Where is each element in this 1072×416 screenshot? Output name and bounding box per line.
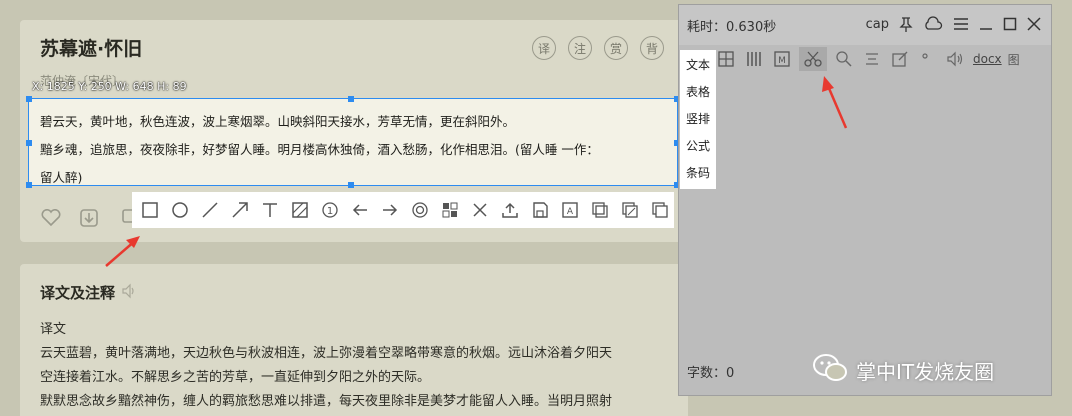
poem-title: 苏幕遮·怀旧 [40,38,143,60]
resize-handle[interactable] [348,96,354,102]
red-arrow-icon [105,236,140,267]
copy-done-icon[interactable] [648,198,672,222]
annotate-button[interactable]: 注 [568,36,592,60]
rectangle-tool-icon[interactable] [138,198,162,222]
copy-image-icon[interactable] [588,198,612,222]
line-tool-icon[interactable] [198,198,222,222]
align-icon[interactable] [861,47,883,71]
window-controls: cap [866,14,1041,34]
menu-icon[interactable] [953,14,969,34]
translation-text: 译文 云天蓝碧，黄叶落满地，天边秋色与秋波相连，波上弥漫着空翠略带寒意的秋烟。远… [40,318,670,414]
cloud-icon[interactable] [923,14,943,34]
columns-icon[interactable] [743,47,765,71]
image-button[interactable]: 图 [1008,47,1020,71]
selection-info: X: 1825 Y: 250 W: 648 H: 89 [32,80,187,93]
pin-icon[interactable] [899,14,913,34]
table-icon[interactable] [715,47,737,71]
degree-icon[interactable] [917,47,939,71]
ocr-text-icon[interactable]: A [558,198,582,222]
number-tool-icon[interactable]: 1 [318,198,342,222]
arrow-tool-icon[interactable] [228,198,252,222]
red-arrow-icon [822,76,848,129]
edit-icon[interactable] [889,47,911,71]
capture-window: 耗时：0.630秒 cap M docx 图 字数：0 [678,4,1052,396]
formula-icon[interactable]: M [771,47,793,71]
poem-line: 碧云天，黄叶地，秋色连波，波上寒烟翠。山映斜阳天接水，芳草无情，更在斜阳外。 [40,114,516,129]
watermark: 掌中IT发烧友圈 [812,352,994,389]
export-docx-button[interactable]: docx [973,47,1002,71]
download-icon[interactable] [78,207,100,229]
minimize-icon[interactable] [979,14,993,34]
resize-handle[interactable] [26,96,32,102]
poem-toolbar [40,207,138,229]
recite-button[interactable]: 背 [640,36,664,60]
grid-icon[interactable] [438,198,462,222]
mosaic-tool-icon[interactable] [288,198,312,222]
mode-text[interactable]: 文本 [680,52,716,79]
translation-line: 云天蓝碧，黄叶落满地，天边秋色与秋波相连，波上弥漫着空翠略带寒意的秋烟。远山沐浴… [40,346,613,361]
save-icon[interactable] [528,198,552,222]
resize-handle[interactable] [26,182,32,188]
mode-table[interactable]: 表格 [680,79,716,106]
poem-line: 留人醉) [40,170,83,185]
capture-header: 耗时：0.630秒 cap [679,5,1051,45]
translation-line: 默默思念故乡黯然神伤，缠人的羁旅愁思难以排遣，每天夜里除非是美梦才能留人入睡。当… [40,394,613,409]
pin-icon[interactable] [408,198,432,222]
annotation-toolbar: 1 A [132,192,674,228]
section-title-text: 译文及注释 [40,284,116,302]
translation-line: 译文 [40,322,67,337]
close-icon[interactable] [468,198,492,222]
elapsed-time: 耗时：0.630秒 [687,20,777,35]
svg-text:M: M [778,56,786,66]
poem-text: 碧云天，黄叶地，秋色连波，波上寒烟翠。山映斜阳天接水，芳草无情，更在斜阳外。 黯… [40,108,668,192]
speaker-icon[interactable] [121,283,137,303]
wechat-icon [812,352,848,389]
resize-handle[interactable] [26,140,32,146]
cap-button[interactable]: cap [866,14,889,34]
search-icon[interactable] [833,47,855,71]
translation-line: 空连接着江水。不解思乡之苦的芳草，一直延伸到夕阳之外的天际。 [40,370,431,385]
text-tool-icon[interactable] [258,198,282,222]
watermark-text: 掌中IT发烧友圈 [856,360,995,384]
close-icon[interactable] [1027,14,1041,34]
appreciate-button[interactable]: 赏 [604,36,628,60]
translate-button[interactable]: 译 [532,36,556,60]
capture-toolbar: M docx 图 [679,45,1051,73]
heart-icon[interactable] [40,207,62,229]
redo-icon[interactable] [378,198,402,222]
scissors-icon[interactable] [799,47,827,71]
svg-text:1: 1 [327,206,333,217]
maximize-icon[interactable] [1003,14,1017,34]
poem-action-buttons: 译 注 赏 背 [532,36,664,60]
recognition-mode-menu: 文本 表格 竖排 公式 条码 [680,50,716,189]
translate-image-icon[interactable] [618,198,642,222]
poem-line: 黯乡魂，追旅思，夜夜除非，好梦留人睡。明月楼高休独倚，酒入愁肠，化作相思泪。(留… [40,142,599,157]
mode-vertical[interactable]: 竖排 [680,106,716,133]
mode-barcode[interactable]: 条码 [680,160,716,187]
read-aloud-icon[interactable] [945,47,967,71]
upload-icon[interactable] [498,198,522,222]
char-count: 字数：0 [687,366,735,381]
undo-icon[interactable] [348,198,372,222]
mode-formula[interactable]: 公式 [680,133,716,160]
section-title: 译文及注释 [40,282,137,303]
ellipse-tool-icon[interactable] [168,198,192,222]
svg-text:A: A [567,207,574,217]
